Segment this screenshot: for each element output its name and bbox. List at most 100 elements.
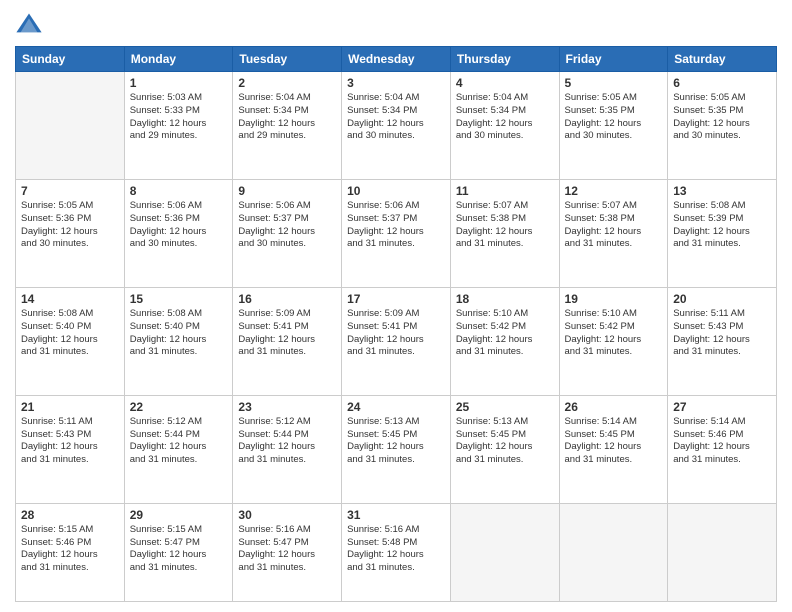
day-number: 13 [673,184,771,198]
calendar-cell: 12Sunrise: 5:07 AMSunset: 5:38 PMDayligh… [559,179,668,287]
day-number: 16 [238,292,336,306]
calendar-cell: 6 Sunrise: 5:05 AMSunset: 5:35 PMDaylight… [668,72,777,180]
calendar-day-header: Saturday [668,47,777,72]
day-number: 31 [347,508,445,522]
calendar-cell: 10 Sunrise: 5:06 AMSunset: 5:37 PMDayligh… [342,179,451,287]
calendar-cell: 18 Sunrise: 5:10 AMSunset: 5:42 PMDayligh… [450,287,559,395]
day-info: Sunrise: 5:12 AMSunset: 5:44 PMDaylight:… [238,416,336,467]
day-number: 7 [21,184,119,198]
calendar-cell: 5Sunrise: 5:05 AMSunset: 5:35 PMDaylight… [559,72,668,180]
calendar-cell: 27 Sunrise: 5:14 AMSunset: 5:46 PMDayligh… [668,395,777,503]
day-info: Sunrise: 5:12 AMSunset: 5:44 PMDaylight:… [130,416,228,467]
day-number: 3 [347,76,445,90]
day-number: 30 [238,508,336,522]
calendar-cell: 3 Sunrise: 5:04 AMSunset: 5:34 PMDaylight… [342,72,451,180]
calendar-header-row: SundayMondayTuesdayWednesdayThursdayFrid… [16,47,777,72]
day-info: Sunrise: 5:14 AMSunset: 5:46 PMDaylight:… [673,416,771,467]
calendar-cell [559,503,668,601]
calendar-cell: 9Sunrise: 5:06 AMSunset: 5:37 PMDaylight… [233,179,342,287]
calendar-table: SundayMondayTuesdayWednesdayThursdayFrid… [15,46,777,602]
calendar-cell: 30Sunrise: 5:16 AMSunset: 5:47 PMDayligh… [233,503,342,601]
calendar-cell: 1 Sunrise: 5:03 AMSunset: 5:33 PMDaylight… [124,72,233,180]
calendar-cell: 14 Sunrise: 5:08 AMSunset: 5:40 PMDayligh… [16,287,125,395]
day-number: 2 [238,76,336,90]
day-number: 22 [130,400,228,414]
day-number: 5 [565,76,663,90]
calendar-week-row: 14 Sunrise: 5:08 AMSunset: 5:40 PMDayligh… [16,287,777,395]
calendar-week-row: 28 Sunrise: 5:15 AMSunset: 5:46 PMDayligh… [16,503,777,601]
day-info: Sunrise: 5:08 AMSunset: 5:40 PMDaylight:… [21,308,119,359]
calendar-cell: 7Sunrise: 5:05 AMSunset: 5:36 PMDaylight… [16,179,125,287]
day-number: 9 [238,184,336,198]
calendar-cell: 11Sunrise: 5:07 AMSunset: 5:38 PMDayligh… [450,179,559,287]
day-number: 18 [456,292,554,306]
day-number: 15 [130,292,228,306]
day-info: Sunrise: 5:15 AMSunset: 5:47 PMDaylight:… [130,524,228,575]
day-number: 26 [565,400,663,414]
calendar-cell: 2 Sunrise: 5:04 AMSunset: 5:34 PMDaylight… [233,72,342,180]
calendar-cell: 29 Sunrise: 5:15 AMSunset: 5:47 PMDayligh… [124,503,233,601]
day-number: 19 [565,292,663,306]
calendar-cell [450,503,559,601]
logo [15,10,47,38]
calendar-cell: 22 Sunrise: 5:12 AMSunset: 5:44 PMDayligh… [124,395,233,503]
calendar-cell [16,72,125,180]
day-info: Sunrise: 5:06 AMSunset: 5:36 PMDaylight:… [130,200,228,251]
day-info: Sunrise: 5:09 AMSunset: 5:41 PMDaylight:… [347,308,445,359]
calendar-cell: 31 Sunrise: 5:16 AMSunset: 5:48 PMDayligh… [342,503,451,601]
calendar-cell: 15 Sunrise: 5:08 AMSunset: 5:40 PMDayligh… [124,287,233,395]
calendar-cell [668,503,777,601]
day-number: 14 [21,292,119,306]
day-info: Sunrise: 5:16 AMSunset: 5:48 PMDaylight:… [347,524,445,575]
calendar-cell: 17Sunrise: 5:09 AMSunset: 5:41 PMDayligh… [342,287,451,395]
day-info: Sunrise: 5:03 AMSunset: 5:33 PMDaylight:… [130,92,228,143]
day-number: 28 [21,508,119,522]
calendar-day-header: Sunday [16,47,125,72]
page: SundayMondayTuesdayWednesdayThursdayFrid… [0,0,792,612]
calendar-week-row: 21 Sunrise: 5:11 AMSunset: 5:43 PMDayligh… [16,395,777,503]
day-info: Sunrise: 5:11 AMSunset: 5:43 PMDaylight:… [673,308,771,359]
day-number: 23 [238,400,336,414]
calendar-week-row: 7Sunrise: 5:05 AMSunset: 5:36 PMDaylight… [16,179,777,287]
day-info: Sunrise: 5:06 AMSunset: 5:37 PMDaylight:… [347,200,445,251]
calendar-cell: 8 Sunrise: 5:06 AMSunset: 5:36 PMDaylight… [124,179,233,287]
calendar-day-header: Tuesday [233,47,342,72]
calendar-week-row: 1 Sunrise: 5:03 AMSunset: 5:33 PMDaylight… [16,72,777,180]
calendar-cell: 25 Sunrise: 5:13 AMSunset: 5:45 PMDayligh… [450,395,559,503]
day-number: 10 [347,184,445,198]
calendar-day-header: Monday [124,47,233,72]
day-number: 21 [21,400,119,414]
day-number: 20 [673,292,771,306]
day-info: Sunrise: 5:09 AMSunset: 5:41 PMDaylight:… [238,308,336,359]
header [15,10,777,38]
day-number: 27 [673,400,771,414]
logo-icon [15,10,43,38]
day-info: Sunrise: 5:04 AMSunset: 5:34 PMDaylight:… [238,92,336,143]
day-info: Sunrise: 5:14 AMSunset: 5:45 PMDaylight:… [565,416,663,467]
calendar-day-header: Wednesday [342,47,451,72]
calendar-day-header: Thursday [450,47,559,72]
day-number: 1 [130,76,228,90]
calendar-cell: 16 Sunrise: 5:09 AMSunset: 5:41 PMDayligh… [233,287,342,395]
day-number: 12 [565,184,663,198]
day-number: 11 [456,184,554,198]
day-number: 8 [130,184,228,198]
day-number: 24 [347,400,445,414]
calendar-cell: 19Sunrise: 5:10 AMSunset: 5:42 PMDayligh… [559,287,668,395]
day-info: Sunrise: 5:13 AMSunset: 5:45 PMDaylight:… [456,416,554,467]
day-info: Sunrise: 5:08 AMSunset: 5:40 PMDaylight:… [130,308,228,359]
calendar-cell: 21 Sunrise: 5:11 AMSunset: 5:43 PMDayligh… [16,395,125,503]
calendar-cell: 24 Sunrise: 5:13 AMSunset: 5:45 PMDayligh… [342,395,451,503]
day-number: 4 [456,76,554,90]
day-number: 25 [456,400,554,414]
day-info: Sunrise: 5:11 AMSunset: 5:43 PMDaylight:… [21,416,119,467]
day-info: Sunrise: 5:13 AMSunset: 5:45 PMDaylight:… [347,416,445,467]
calendar-cell: 13Sunrise: 5:08 AMSunset: 5:39 PMDayligh… [668,179,777,287]
calendar-cell: 4Sunrise: 5:04 AMSunset: 5:34 PMDaylight… [450,72,559,180]
day-number: 6 [673,76,771,90]
day-info: Sunrise: 5:10 AMSunset: 5:42 PMDaylight:… [456,308,554,359]
day-info: Sunrise: 5:15 AMSunset: 5:46 PMDaylight:… [21,524,119,575]
day-info: Sunrise: 5:04 AMSunset: 5:34 PMDaylight:… [347,92,445,143]
day-info: Sunrise: 5:05 AMSunset: 5:35 PMDaylight:… [673,92,771,143]
day-number: 29 [130,508,228,522]
